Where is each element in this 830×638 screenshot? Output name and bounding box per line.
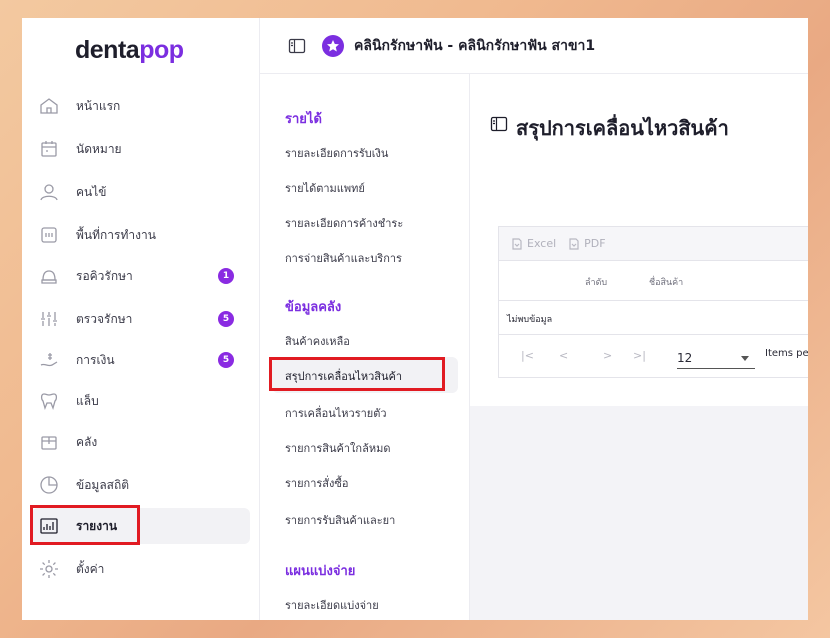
export-pdf-button[interactable]: PDF [568,237,606,250]
sidebar-item-label: การเงิน [76,352,115,367]
top-header: คลินิกรักษาฟัน - คลินิกรักษาฟัน สาขา1 [260,18,808,74]
sidebar-item-label: ตั้งค่า [76,561,105,576]
sidebar-item-label: พื้นที่การทำงาน [76,227,156,242]
sidebar-item-lab[interactable]: แล็บ [32,383,250,419]
clinic-logo-icon [322,34,344,57]
sidebar-item-label: หน้าแรก [76,98,121,113]
report-panel: สรุปการเคลื่อนไหวสินค้า Excel PDF ลำดับ … [470,74,808,406]
sidebar-item-workspace[interactable]: พื้นที่การทำงาน [32,217,250,253]
submenu-item-installment-details[interactable]: รายละเอียดแบ่งจ่าย [285,596,379,614]
sidebar-item-appointments[interactable]: นัดหมาย [32,131,250,167]
column-header-product-name[interactable]: ชื่อสินค้า [649,275,683,289]
sidebar-item-label: ตรวจรักษา [76,311,133,326]
calendar-icon [38,138,60,160]
submenu-item-income-by-doctor[interactable]: รายได้ตามแพทย์ [285,179,365,197]
gear-icon [38,558,60,580]
export-pdf-label: PDF [584,237,606,250]
panel-icon [490,116,508,132]
dental-chair-icon [38,265,60,287]
file-export-icon [569,237,579,250]
file-export-icon [512,237,522,250]
sidebar-item-settings[interactable]: ตั้งค่า [32,551,250,587]
sidebar-item-label: แล็บ [76,393,99,408]
sidebar-item-treatment[interactable]: ตรวจรักษา 5 [32,301,250,337]
grid-toolbar: Excel PDF [499,227,808,261]
submenu-heading-installment: แผนแบ่งจ่าย [285,564,356,579]
report-data-grid: Excel PDF ลำดับ ชื่อสินค้า ไม่พบข้อมูล |… [498,226,808,378]
clinic-title[interactable]: คลินิกรักษาฟัน - คลินิกรักษาฟัน สาขา1 [354,35,595,57]
tools-icon [38,308,60,330]
submenu-item-stock-remaining[interactable]: สินค้าคงเหลือ [285,332,350,350]
highlight-reports-box [30,505,140,545]
next-page-button[interactable]: > [603,349,612,362]
grid-header-row: ลำดับ ชื่อสินค้า [499,261,808,301]
items-per-page-label: Items pe [765,348,808,359]
submenu-item-item-movement[interactable]: การเคลื่อนไหวรายตัว [285,404,387,422]
sidebar-item-finance[interactable]: การเงิน 5 [32,342,250,378]
money-icon [38,349,60,371]
main-content: สรุปการเคลื่อนไหวสินค้า Excel PDF ลำดับ … [470,74,808,620]
chevron-down-icon [741,356,749,361]
app-logo[interactable]: dentapop [75,36,184,65]
sidebar-item-patients[interactable]: คนไข้ [32,174,250,210]
sidebar-item-inventory[interactable]: คลัง [32,424,250,460]
sidebar-item-label: นัดหมาย [76,141,122,156]
tooth-icon [38,390,60,412]
submenu-item-product-service-dispense[interactable]: การจ่ายสินค้าและบริการ [285,249,402,267]
sidebar-item-queue[interactable]: รอคิวรักษา 1 [32,258,250,294]
page-title: สรุปการเคลื่อนไหวสินค้า [516,116,729,140]
queue-count-badge: 1 [218,268,234,284]
empty-message: ไม่พบข้อมูล [507,315,553,325]
treatment-count-badge: 5 [218,311,234,327]
sidebar-item-label: ข้อมูลสถิติ [76,477,130,492]
submenu-heading-stock: ข้อมูลคลัง [285,300,342,315]
table-row: ไม่พบข้อมูล [499,301,808,335]
highlight-stock-summary-box [269,357,445,391]
report-submenu: รายได้ รายละเอียดการรับเงิน รายได้ตามแพท… [260,74,470,620]
home-icon [38,95,60,117]
export-excel-button[interactable]: Excel [511,237,556,250]
sidebar-item-label: รอคิวรักษา [76,268,133,283]
finance-count-badge: 5 [218,352,234,368]
pager: |< < > >| 12 Items pe [499,335,808,377]
box-icon [38,431,60,453]
submenu-item-low-stock[interactable]: รายการสินค้าใกล้หมด [285,439,390,457]
export-excel-label: Excel [527,237,557,250]
submenu-item-goods-received[interactable]: รายการรับสินค้าและยา [285,511,395,529]
user-icon [38,181,60,203]
stats-icon [38,474,60,496]
sidebar-item-home[interactable]: หน้าแรก [32,88,250,124]
sidebar: dentapop หน้าแรก นัดหมาย คนไข้ พื้นที่กา… [22,18,260,620]
page-size-select[interactable]: 12 [677,347,755,369]
sidebar-item-statistics[interactable]: ข้อมูลสถิติ [32,467,250,503]
app-window: dentapop หน้าแรก นัดหมาย คนไข้ พื้นที่กา… [22,18,808,620]
sidebar-item-label: คนไข้ [76,184,107,199]
last-page-button[interactable]: >| [633,349,646,362]
prev-page-button[interactable]: < [559,349,568,362]
sidebar-item-label: คลัง [76,434,98,449]
submenu-item-outstanding-details[interactable]: รายละเอียดการค้างชำระ [285,214,403,232]
page-size-value: 12 [677,351,693,365]
sidebar-toggle-icon[interactable] [288,37,306,55]
first-page-button[interactable]: |< [521,349,534,362]
submenu-heading-income: รายได้ [285,112,322,127]
column-header-index[interactable]: ลำดับ [585,275,607,289]
submenu-item-payment-details[interactable]: รายละเอียดการรับเงิน [285,144,388,162]
submenu-item-purchase-orders[interactable]: รายการสั่งซื้อ [285,474,348,492]
workspace-icon [38,224,60,246]
